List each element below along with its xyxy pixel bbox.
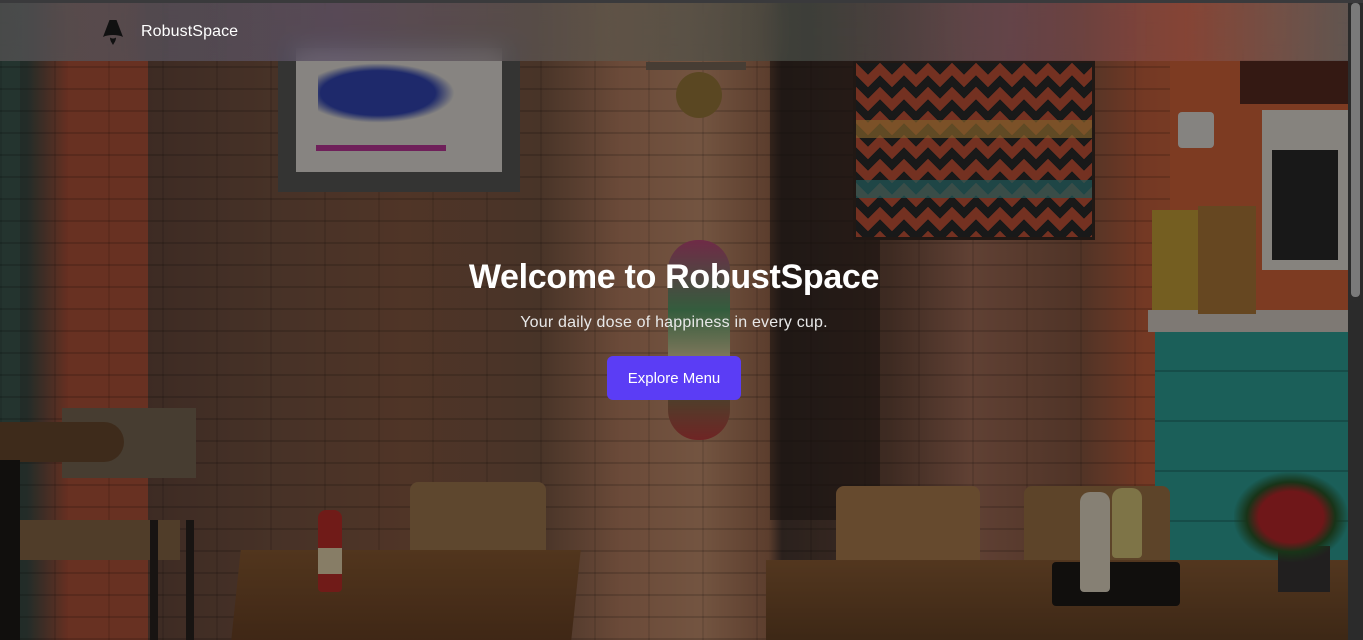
explore-menu-button[interactable]: Explore Menu: [606, 356, 742, 400]
hero-section: Welcome to RobustSpace Your daily dose o…: [0, 256, 1348, 400]
brand-name: RobustSpace: [141, 23, 239, 40]
top-navbar: RobustSpace: [0, 3, 1348, 61]
window-top-edge: [0, 0, 1363, 3]
brand-home-link[interactable]: RobustSpace: [102, 19, 238, 45]
hero-subtitle: Your daily dose of happiness in every cu…: [520, 314, 828, 331]
scrollbar-thumb[interactable]: [1351, 3, 1360, 297]
astro-logo-icon: [103, 20, 123, 45]
hero-title: Welcome to RobustSpace: [468, 258, 880, 296]
